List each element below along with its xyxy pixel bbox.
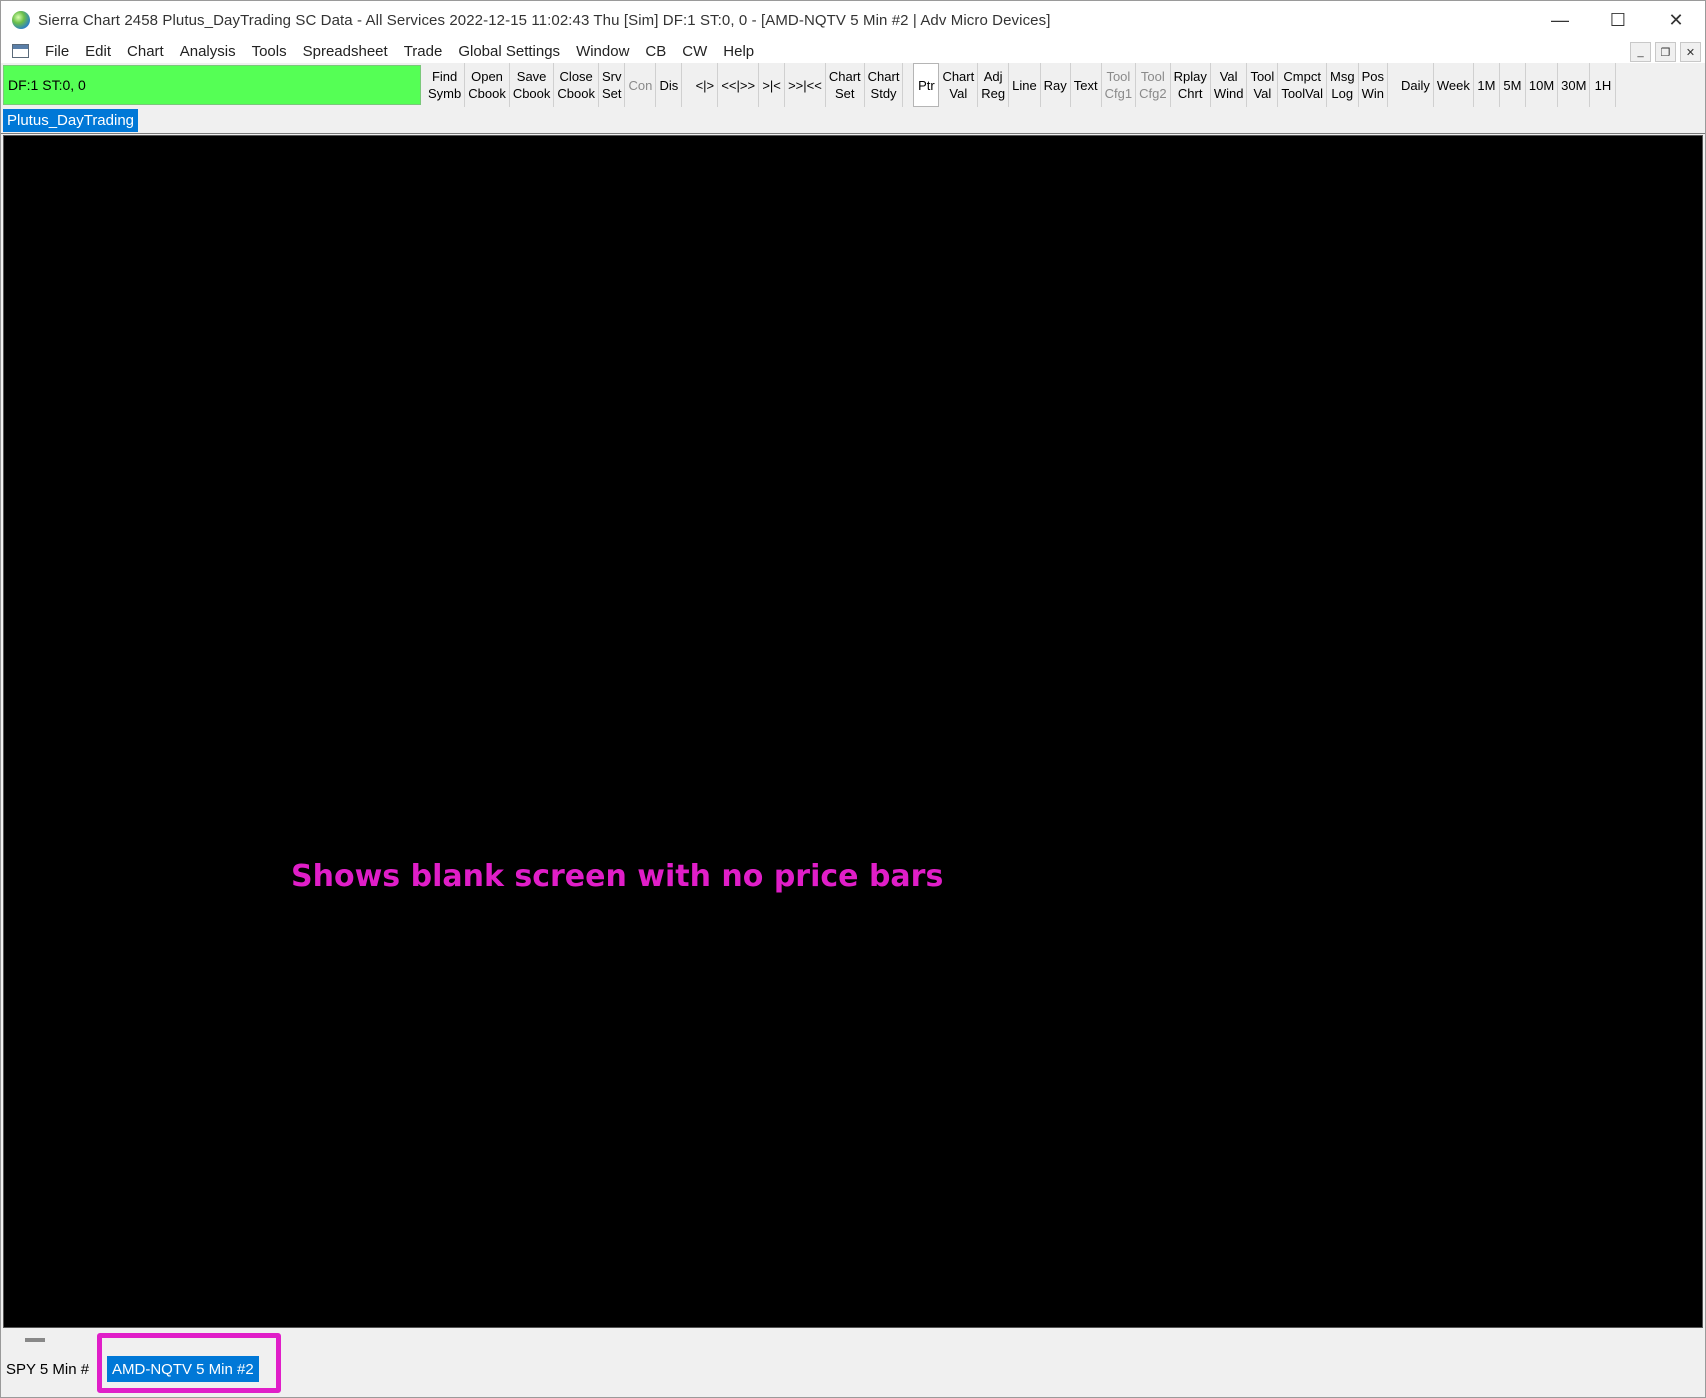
toolbar-button-rplay-chrt[interactable]: Rplay Chrt — [1171, 63, 1211, 107]
minimize-icon[interactable]: — — [1531, 1, 1589, 39]
toolbar-button-ray[interactable]: Ray — [1041, 63, 1071, 107]
chart-tab-spy[interactable]: SPY 5 Min # — [6, 1356, 89, 1382]
menu-bar: File Edit Chart Analysis Tools Spreadsheet Tra… — [1, 39, 1705, 63]
toolbar-button-ptr[interactable]: Ptr — [913, 63, 940, 107]
toolbar-button-1h[interactable]: 1H — [1590, 63, 1617, 107]
menu-item-chart[interactable]: Chart — [119, 43, 172, 60]
toolbar-button-msg-log[interactable]: Msg Log — [1327, 63, 1359, 107]
chartbook-tab-row: Plutus_DayTrading — [1, 107, 1705, 134]
menu-item-file[interactable]: File — [37, 43, 77, 60]
chartbook-tab[interactable]: Plutus_DayTrading — [3, 109, 139, 132]
toolbar-separator — [682, 63, 688, 107]
scrollbar-thumb[interactable] — [25, 1338, 45, 1342]
toolbar-button-chart-set[interactable]: Chart Set — [826, 63, 865, 107]
toolbar-button-chart-val[interactable]: Chart Val — [939, 63, 979, 107]
status-indicator: DF:1 ST:0, 0 — [3, 65, 421, 105]
toolbar-button-val-wind[interactable]: Val Wind — [1211, 63, 1248, 107]
annotation-text: Shows blank screen with no price bars — [291, 859, 944, 894]
menu-item-trade[interactable]: Trade — [396, 43, 451, 60]
toolbar-button-chart-stdy[interactable]: Chart Stdy — [865, 63, 904, 107]
toolbar-group: Daily Week 1M 5M 10M 30M 1H — [1398, 63, 1617, 107]
menu-item-analysis[interactable]: Analysis — [172, 43, 244, 60]
toolbar-button-10m[interactable]: 10M — [1526, 63, 1559, 107]
toolbar-button-1m[interactable]: 1M — [1474, 63, 1500, 107]
toolbar-button-nav-1[interactable]: <<|>> — [718, 63, 760, 107]
menu-item-cw[interactable]: CW — [674, 43, 715, 60]
menu-item-global-settings[interactable]: Global Settings — [450, 43, 568, 60]
menu-item-help[interactable]: Help — [715, 43, 762, 60]
toolbar-button-srv-set[interactable]: Srv Set — [599, 63, 626, 107]
menu-item-cb[interactable]: CB — [637, 43, 674, 60]
toolbar-button-nav-2[interactable]: >|< — [759, 63, 786, 107]
toolbar-button-save-cbook[interactable]: Save Cbook — [510, 63, 555, 107]
toolbar-button-tool-cfg2[interactable]: Tool Cfg2 — [1136, 63, 1171, 107]
toolbar-button-pos-win[interactable]: Pos Win — [1359, 63, 1388, 107]
toolbar-button-30m[interactable]: 30M — [1558, 63, 1591, 107]
toolbar-button-tool-cfg1[interactable]: Tool Cfg1 — [1102, 63, 1137, 107]
window-controls: — ☐ ✕ — [1531, 1, 1705, 39]
chart-area[interactable] — [3, 135, 1703, 1328]
mdi-minimize-icon[interactable]: _ — [1630, 42, 1651, 62]
highlight-annotation-box — [97, 1333, 281, 1393]
toolbar-button-line[interactable]: Line — [1009, 63, 1041, 107]
toolbar-group: <|> <<|>> >|< >>|<< Chart Set Chart Stdy — [692, 63, 904, 107]
toolbar-button-daily[interactable]: Daily — [1398, 63, 1434, 107]
document-menu-icon[interactable] — [12, 44, 29, 58]
toolbar-button-week[interactable]: Week — [1434, 63, 1474, 107]
toolbar-button-cmpct-toolval[interactable]: Cmpct ToolVal — [1278, 63, 1327, 107]
control-bar: DF:1 ST:0, 0 Find Symb Open Cbook Save Cbo… — [1, 63, 1705, 107]
toolbar-button-con[interactable]: Con — [625, 63, 657, 107]
mdi-controls: _ ❐ ✕ — [1630, 42, 1701, 62]
toolbar-button-5m[interactable]: 5M — [1500, 63, 1526, 107]
toolbar-button-find-symb[interactable]: Find Symb — [425, 63, 466, 107]
app-window: Sierra Chart 2458 Plutus_DayTrading SC D… — [0, 0, 1706, 1398]
menu-item-tools[interactable]: Tools — [244, 43, 295, 60]
toolbar-button-open-cbook[interactable]: Open Cbook — [465, 63, 510, 107]
toolbar-group: Ptr Chart Val Adj Reg Line Ray Text Tool Cfg1 T… — [913, 63, 1388, 107]
window-title: Sierra Chart 2458 Plutus_DayTrading SC D… — [38, 11, 1051, 29]
toolbar-button-text[interactable]: Text — [1071, 63, 1102, 107]
title-bar[interactable]: Sierra Chart 2458 Plutus_DayTrading SC D… — [1, 1, 1705, 39]
toolbar-button-tool-val[interactable]: Tool Val — [1247, 63, 1279, 107]
close-icon[interactable]: ✕ — [1647, 1, 1705, 39]
menu-item-spreadsheet[interactable]: Spreadsheet — [295, 43, 396, 60]
mdi-restore-icon[interactable]: ❐ — [1655, 42, 1676, 62]
toolbar-separator — [903, 63, 909, 107]
toolbar-button-nav-3[interactable]: >>|<< — [785, 63, 826, 107]
mdi-close-icon[interactable]: ✕ — [1680, 42, 1701, 62]
toolbar-button-dis[interactable]: Dis — [656, 63, 683, 107]
maximize-icon[interactable]: ☐ — [1589, 1, 1647, 39]
toolbar-button-close-cbook[interactable]: Close Cbook — [554, 63, 599, 107]
toolbar-button-nav-0[interactable]: <|> — [692, 63, 719, 107]
toolbar-button-adj-reg[interactable]: Adj Reg — [978, 63, 1010, 107]
toolbar-group: Find Symb Open Cbook Save Cbook Close Cbook… — [425, 63, 683, 107]
menu-item-window[interactable]: Window — [568, 43, 637, 60]
toolbar-buttons: Find Symb Open Cbook Save Cbook Close Cbook… — [421, 63, 1617, 107]
sierra-chart-globe-icon — [12, 11, 30, 29]
toolbar-separator — [1388, 63, 1394, 107]
menu-item-edit[interactable]: Edit — [77, 43, 119, 60]
menu-items: File Edit Chart Analysis Tools Spreadsheet Tra… — [37, 43, 762, 60]
